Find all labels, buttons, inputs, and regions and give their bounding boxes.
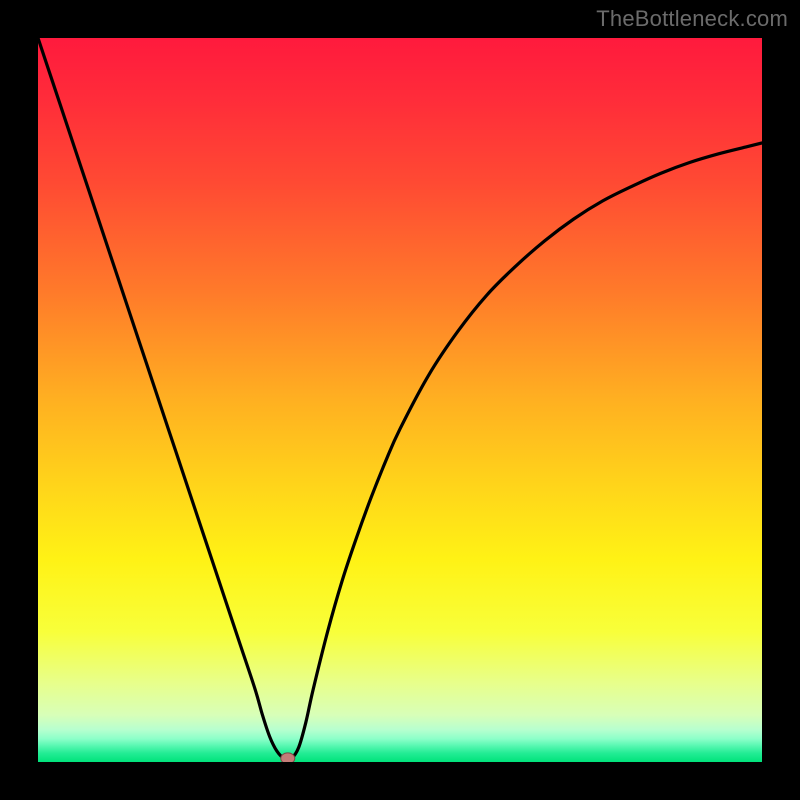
bottleneck-curve bbox=[38, 38, 762, 762]
chart-plot-area bbox=[38, 38, 762, 762]
minimum-marker bbox=[281, 753, 295, 762]
credit-label: TheBottleneck.com bbox=[596, 6, 788, 32]
outer-black-frame: TheBottleneck.com bbox=[0, 0, 800, 800]
